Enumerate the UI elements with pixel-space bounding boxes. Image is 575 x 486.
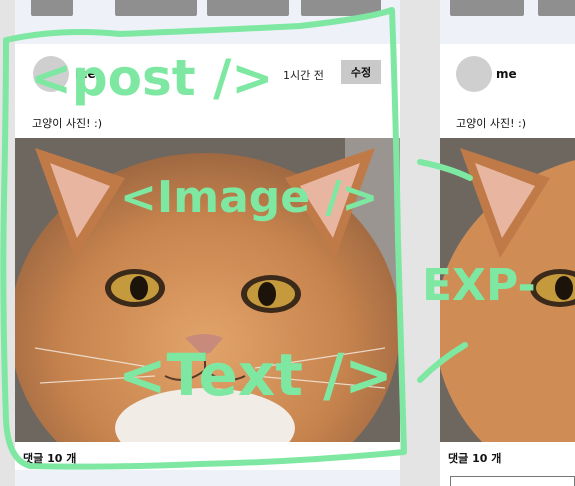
- top-tab[interactable]: [301, 0, 381, 16]
- post-image[interactable]: [440, 138, 575, 442]
- post-username[interactable]: me: [75, 67, 96, 81]
- edit-button[interactable]: 수정: [341, 60, 381, 84]
- comment-count[interactable]: 댓글 10 개: [23, 450, 76, 466]
- top-tab[interactable]: [538, 0, 575, 16]
- post-time-ago: 1시간 전: [283, 69, 324, 82]
- avatar[interactable]: [33, 56, 69, 92]
- post-header: me: [440, 48, 575, 100]
- comment-count[interactable]: 댓글 10 개: [448, 450, 501, 466]
- top-tab[interactable]: [207, 0, 289, 16]
- top-tab[interactable]: [115, 0, 197, 16]
- card-top-strip: [440, 0, 575, 44]
- comment-input[interactable]: [450, 476, 575, 486]
- top-tab[interactable]: [450, 0, 524, 16]
- avatar[interactable]: [456, 56, 492, 92]
- feed-page: me 1시간 전 수정 고양이 사진! :) 댓글 10 개 me 고양이 사진…: [0, 0, 575, 486]
- post-header: me 1시간 전 수정: [15, 48, 400, 100]
- cat-photo-icon: [15, 138, 400, 442]
- card-top-strip: [15, 0, 400, 44]
- post-username[interactable]: me: [496, 67, 517, 81]
- card-bottom-strip: [15, 470, 400, 486]
- top-tab[interactable]: [31, 0, 73, 16]
- cat-photo-icon: [440, 138, 575, 442]
- post-image[interactable]: [15, 138, 400, 442]
- post-card: me 1시간 전 수정 고양이 사진! :) 댓글 10 개: [15, 0, 400, 486]
- post-caption: 고양이 사진! :): [32, 117, 102, 130]
- post-card: me 고양이 사진! :) 댓글 10 개: [440, 0, 575, 486]
- post-caption: 고양이 사진! :): [456, 117, 526, 130]
